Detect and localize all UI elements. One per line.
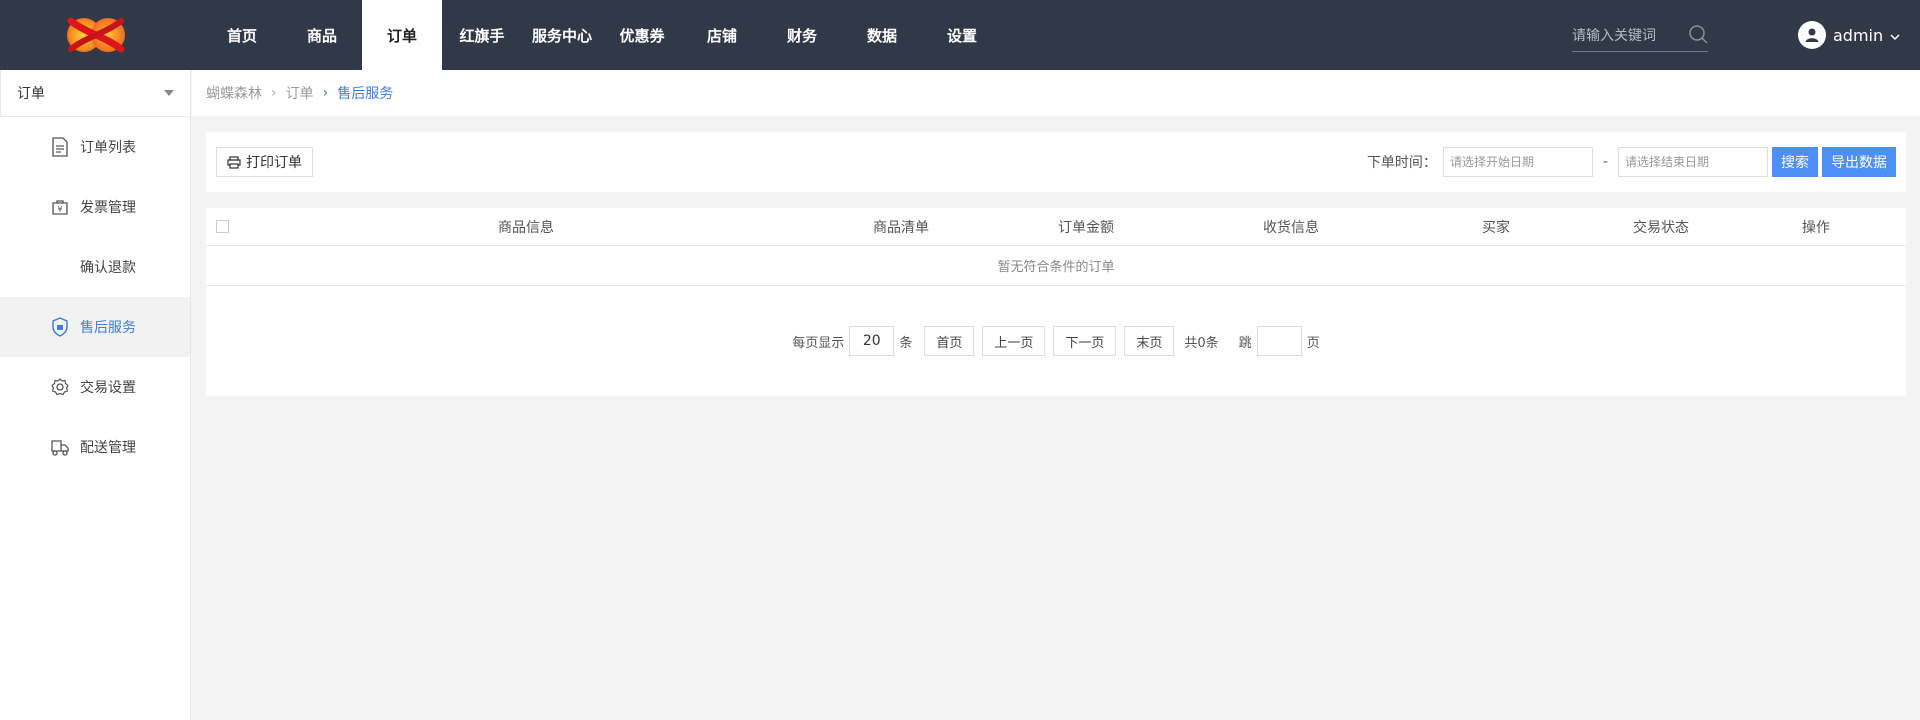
column-header: 订单金额	[1058, 219, 1114, 236]
nav-item-coupons[interactable]: 优惠券	[602, 0, 682, 70]
sidebar-item-label: 发票管理	[80, 200, 136, 216]
user-icon	[1805, 28, 1819, 42]
sidebar-item-label: 订单列表	[80, 140, 136, 156]
sidebar-item-invoice[interactable]: ¥ 发票管理	[0, 177, 190, 237]
breadcrumb-current: 售后服务	[337, 86, 394, 102]
per-page-unit: 条	[899, 335, 913, 351]
print-order-label: 打印订单	[246, 155, 302, 171]
delivery-icon	[50, 437, 70, 457]
nav-item-settings[interactable]: 设置	[922, 0, 1002, 70]
nav-item-store[interactable]: 店铺	[682, 0, 762, 70]
printer-icon	[227, 155, 241, 169]
nav-item-home[interactable]: 首页	[202, 0, 282, 70]
chevron-down-icon	[1890, 26, 1900, 45]
page-unit: 页	[1306, 335, 1320, 351]
main-nav: 首页 商品 订单 红旗手 服务中心 优惠券 店铺 财务 数据 设置	[202, 0, 1002, 70]
order-time-label: 下单时间：	[1366, 155, 1437, 171]
column-header: 收货信息	[1263, 219, 1319, 236]
first-page-button[interactable]: 首页	[924, 326, 975, 356]
start-date-input[interactable]	[1442, 147, 1593, 177]
table-header: 商品信息 商品清单 订单金额 收货信息 买家 交易状态 操作	[206, 208, 1906, 246]
search-button[interactable]: 搜索	[1772, 147, 1818, 177]
nav-item-finance[interactable]: 财务	[762, 0, 842, 70]
prev-page-button[interactable]: 上一页	[982, 326, 1046, 356]
date-range-dash: -	[1602, 154, 1608, 170]
breadcrumb-orders[interactable]: 订单	[286, 83, 314, 103]
date-filter: 下单时间： - 搜索 导出数据	[1367, 147, 1896, 177]
per-page-label: 每页显示	[792, 335, 845, 351]
chevron-right-icon: ›	[322, 85, 329, 101]
column-header: 商品清单	[873, 219, 929, 236]
column-header: 买家	[1482, 219, 1510, 236]
sidebar-item-after-sales[interactable]: 售后服务	[0, 297, 190, 357]
search-input[interactable]	[1572, 27, 1682, 44]
invoice-icon: ¥	[50, 197, 70, 217]
order-table: 商品信息 商品清单 订单金额 收货信息 买家 交易状态 操作 暂无符合条件的订单…	[206, 208, 1906, 396]
shield-icon	[50, 317, 70, 337]
sidebar-item-label: 售后服务	[80, 320, 136, 336]
sidebar-select-value: 订单	[17, 86, 45, 102]
sidebar-item-label: 配送管理	[80, 440, 136, 456]
sidebar-item-delivery[interactable]: 配送管理	[0, 417, 190, 477]
svg-text:¥: ¥	[57, 205, 62, 214]
nav-item-data[interactable]: 数据	[842, 0, 922, 70]
search-icon[interactable]	[1688, 24, 1708, 48]
print-order-button[interactable]: 打印订单	[216, 147, 313, 177]
top-navigation-bar: 首页 商品 订单 红旗手 服务中心 优惠券 店铺 财务 数据 设置 admin	[0, 0, 1920, 70]
sidebar-item-label: 交易设置	[80, 380, 136, 396]
nav-item-service-center[interactable]: 服务中心	[522, 0, 602, 70]
nav-item-products[interactable]: 商品	[282, 0, 362, 70]
end-date-input[interactable]	[1618, 147, 1768, 177]
jump-label: 跳	[1238, 335, 1252, 351]
export-data-button[interactable]: 导出数据	[1822, 147, 1896, 177]
sidebar-item-confirm-refund[interactable]: 确认退款	[0, 237, 190, 297]
breadcrumb: 蝴蝶森林 › 订单 › 售后服务	[192, 70, 1920, 116]
avatar	[1798, 21, 1826, 49]
nav-item-flag-bearer[interactable]: 红旗手	[442, 0, 522, 70]
next-page-button[interactable]: 下一页	[1053, 326, 1117, 356]
breadcrumb-home[interactable]: 蝴蝶森林	[206, 83, 262, 103]
total-count: 共0条	[1184, 335, 1219, 351]
sidebar-item-trade-settings[interactable]: 交易设置	[0, 357, 190, 417]
user-menu[interactable]: admin	[1798, 20, 1900, 50]
nav-item-orders[interactable]: 订单	[362, 0, 442, 70]
username: admin	[1833, 25, 1884, 45]
column-header: 商品信息	[498, 219, 554, 236]
document-list-icon	[50, 137, 70, 157]
column-header: 交易状态	[1633, 219, 1689, 236]
caret-down-icon	[164, 90, 174, 96]
pagination: 每页显示 条 首页 上一页 下一页 末页 共0条 跳 页	[206, 326, 1906, 356]
sidebar: 订单 订单列表 ¥ 发票管理 确认退款 售后服务 交易设置 配送管理	[0, 70, 191, 720]
per-page-input[interactable]	[849, 326, 895, 356]
logo[interactable]	[0, 0, 192, 70]
gear-icon	[50, 377, 70, 397]
select-all-checkbox[interactable]	[216, 220, 229, 233]
sidebar-module-select[interactable]: 订单	[0, 70, 190, 117]
header-search	[1572, 20, 1708, 52]
empty-table-message: 暂无符合条件的订单	[206, 246, 1906, 286]
jump-page-input[interactable]	[1256, 326, 1302, 356]
last-page-button[interactable]: 末页	[1124, 326, 1175, 356]
sidebar-item-label: 确认退款	[80, 260, 136, 276]
chevron-right-icon: ›	[271, 85, 277, 101]
sidebar-item-order-list[interactable]: 订单列表	[0, 117, 190, 177]
column-header: 操作	[1802, 219, 1830, 236]
colorful-knot-logo-icon	[67, 17, 125, 53]
order-toolbar: 打印订单 下单时间： - 搜索 导出数据	[206, 132, 1906, 192]
